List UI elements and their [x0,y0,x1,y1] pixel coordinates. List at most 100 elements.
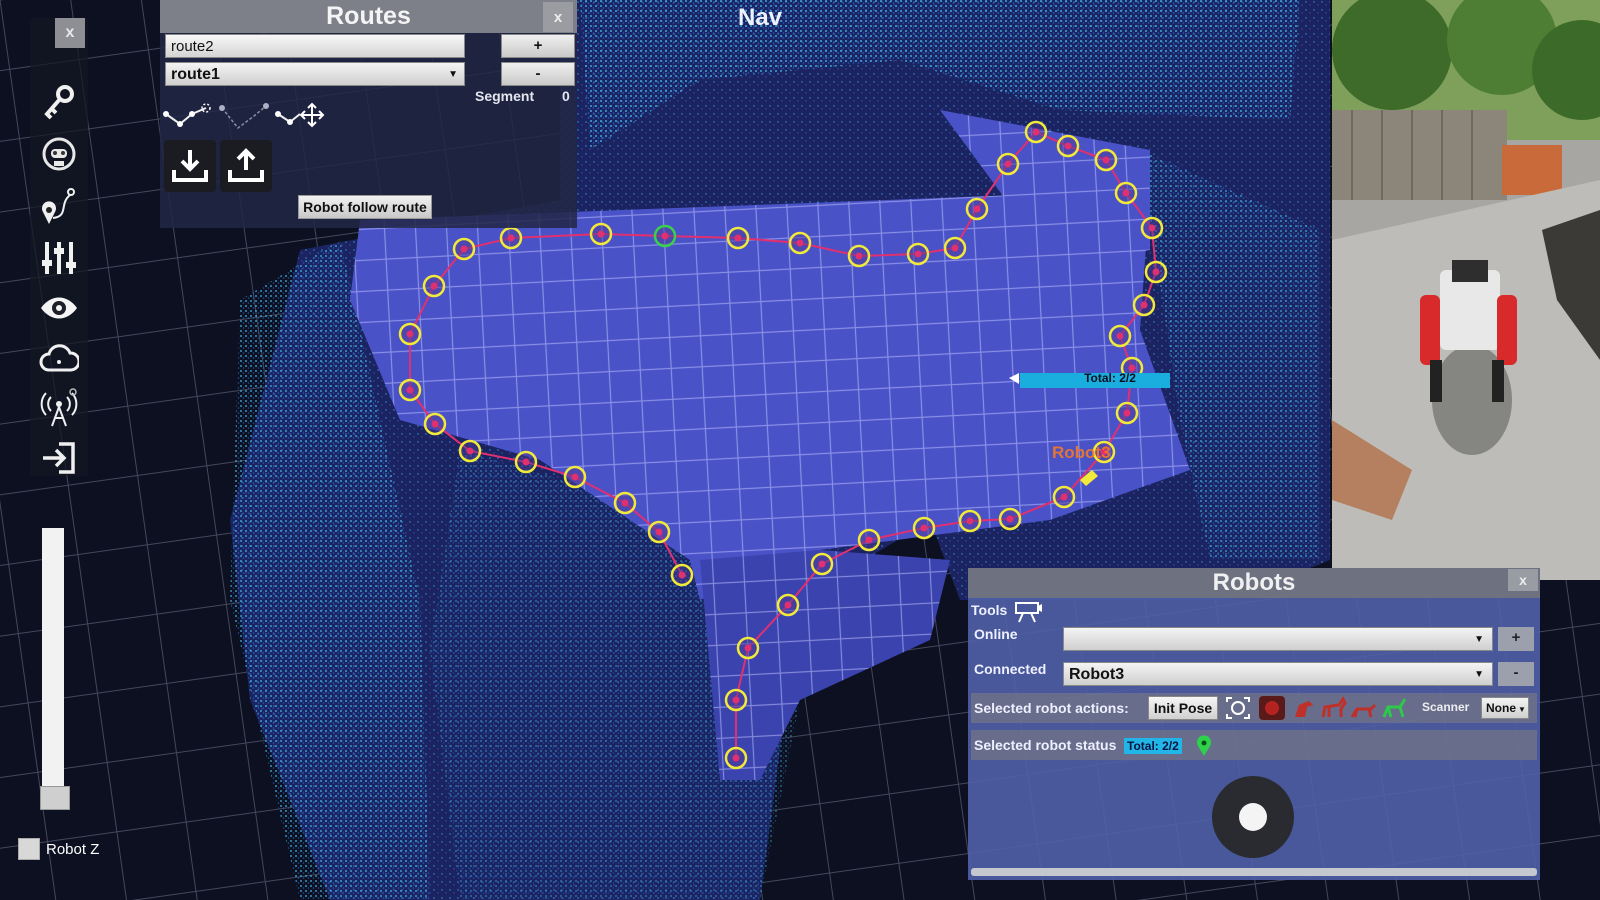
waypoint-center [655,528,663,536]
cloud-icon[interactable] [30,336,88,380]
move-waypoint-icon[interactable] [274,100,328,134]
waypoint-center [431,420,439,428]
waypoint-center [406,386,414,394]
waypoint-center [1116,332,1124,340]
disconnect-robot-button[interactable]: - [1498,662,1534,686]
robots-scrollbar[interactable] [971,868,1537,876]
robot-z-label: Robot Z [46,840,100,858]
waypoint-center [430,282,438,290]
robot-z-checkbox[interactable] [18,838,40,860]
chevron-down-icon: ▼ [1474,669,1484,680]
connected-robot-select[interactable]: Robot3 ▼ [1063,662,1493,686]
stand-pose-icon[interactable] [1319,695,1347,721]
waypoint-center [460,245,468,253]
download-route-button[interactable] [164,140,216,192]
segment-label: Segment [475,88,535,104]
sit-pose-icon[interactable] [1289,695,1317,721]
waypoint-center [914,250,922,258]
sliders-icon[interactable] [30,236,88,280]
upload-icon [228,148,264,182]
waypoint-center [855,252,863,260]
waypoint-center [466,447,474,455]
connected-robot-value: Robot3 [1069,666,1125,683]
scanner-value: None [1486,701,1516,715]
waypoint-center [1006,515,1014,523]
route-pin-icon[interactable] [30,184,88,228]
waypoint-center [732,696,740,704]
z-slider-track[interactable] [42,528,64,810]
waypoint-center [1148,224,1156,232]
nav-title: Nav [738,4,783,31]
online-label: Online [974,626,1018,642]
waypoint-center [661,232,669,240]
eye-icon[interactable] [30,286,88,330]
edit-waypoint-icon[interactable] [218,100,272,134]
waypoint-center [1004,160,1012,168]
waypoint-center [1140,301,1148,309]
waypoint-center [734,234,742,242]
waypoint-center [818,560,826,568]
waypoint-center [920,524,928,532]
download-icon [172,150,208,182]
joystick[interactable] [1212,776,1294,858]
remove-route-button[interactable]: - [501,62,575,86]
route-name-input[interactable]: route2 [165,34,465,58]
chevron-down-icon: ▼ [1474,634,1484,645]
toolbar-close-button[interactable]: x [55,18,85,48]
estop-icon[interactable] [1258,695,1286,721]
waypoint-center [621,499,629,507]
waypoint-center [784,601,792,609]
waypoint-center [951,244,959,252]
add-waypoint-icon[interactable] [162,100,216,134]
init-pose-button[interactable]: Init Pose [1148,696,1218,720]
robot-status-row: Selected robot status Total: 2/2 [971,730,1537,760]
connected-label: Connected [974,661,1047,677]
waypoint-center [973,205,981,213]
key-icon[interactable] [30,80,88,124]
robot-z-toggle[interactable]: Robot Z [18,838,99,860]
robots-title: Robots [1212,569,1296,596]
chevron-down-icon: ▼ [1518,705,1526,714]
robots-titlebar[interactable]: Robots x [968,568,1540,598]
joystick-knob[interactable] [1239,803,1267,831]
z-slider-handle[interactable] [40,786,70,810]
actions-label: Selected robot actions: [974,700,1129,716]
robot-follow-route-button[interactable]: Robot follow route [298,195,432,219]
waypoint-center [406,330,414,338]
route-select[interactable]: route1 ▼ [165,62,465,86]
camera-tools-icon[interactable] [1013,599,1043,623]
login-icon[interactable] [30,436,88,480]
waypoint-center [522,458,530,466]
waypoint-center [678,571,686,579]
tools-label: Tools [971,602,1008,618]
waypoint-center [865,536,873,544]
waypoint-center [1122,189,1130,197]
chevron-down-icon: ▼ [448,69,458,80]
scanner-label: Scanner [1422,700,1470,714]
crouch-pose-icon[interactable] [1349,695,1377,721]
robots-close-button[interactable]: x [1508,569,1538,591]
antenna-icon[interactable] [30,386,88,430]
scanner-select[interactable]: None ▼ [1481,697,1529,719]
waypoint-center [1152,268,1160,276]
upload-route-button[interactable] [220,140,272,192]
waypoint-center [1060,493,1068,501]
waypoint-center [1032,128,1040,136]
waypoint-center [507,234,515,242]
routes-titlebar[interactable]: Routes x [160,0,577,33]
left-toolbar: x [30,18,88,476]
online-robots-select[interactable]: ▼ [1063,627,1493,651]
segment-value: 0 [562,88,570,104]
routes-close-button[interactable]: x [543,2,573,32]
robot-icon[interactable] [30,132,88,176]
connect-robot-button[interactable]: + [1498,627,1534,651]
robot-map-label[interactable]: Robot3 [1052,443,1111,463]
location-pin-icon [1197,735,1211,756]
focus-icon[interactable] [1224,695,1252,721]
routes-panel: Routes x route2 route1 ▼ + - Segment 0 R… [160,0,577,228]
add-route-button[interactable]: + [501,34,575,58]
walk-pose-icon[interactable] [1381,695,1409,721]
waypoint-center [571,473,579,481]
routes-title: Routes [326,2,411,30]
robot-actions-row: Selected robot actions: Init Pose Scanne… [971,693,1537,723]
